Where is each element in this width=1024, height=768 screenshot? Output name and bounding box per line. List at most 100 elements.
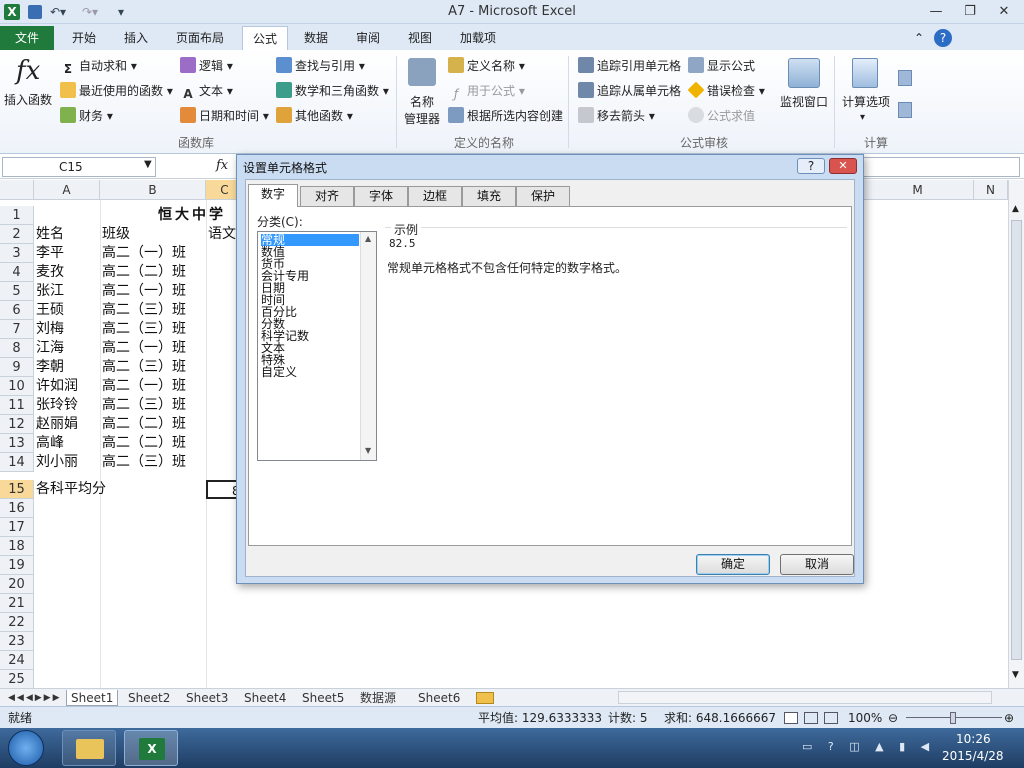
watch-window-button[interactable]: 监视窗口 [780,92,828,112]
cancel-button[interactable]: 取消 [780,554,854,575]
start-button-icon[interactable] [8,730,44,766]
sheet-tab-sheet1[interactable]: Sheet1 [66,690,119,706]
row-header[interactable]: 8 [0,339,34,358]
average-label-cell[interactable]: 各科平均分 [36,480,106,499]
insert-function-button[interactable]: 插入函数 [4,90,52,110]
name-cell[interactable]: 李平 [36,244,64,263]
remove-arrows-button[interactable]: 移去箭头 ▾ [578,106,655,126]
recent-functions-button[interactable]: 最近使用的函数 ▾ [60,81,173,101]
sheet-tab-sheet5[interactable]: Sheet5 [298,690,348,706]
row-header[interactable]: 11 [0,396,34,415]
text-button[interactable]: A 文本 ▾ [180,81,233,101]
calc-options-dropdown-icon[interactable]: ▾ [860,108,865,128]
sheet-tab-sheet6[interactable]: Sheet6 [414,690,464,706]
page-layout-view-icon[interactable] [804,712,818,724]
row-header[interactable]: 18 [0,537,34,556]
zoom-slider-thumb[interactable] [950,712,956,724]
active-cell-c15[interactable]: 8 [206,480,240,499]
tray-icons[interactable]: ▭ ? ◫ ▲ ▮ ◀ [802,740,935,753]
dialog-help-button[interactable]: ? [797,158,825,174]
row-header[interactable]: 22 [0,613,34,632]
row-header[interactable]: 25 [0,670,34,689]
row-header[interactable]: 20 [0,575,34,594]
insert-function-icon[interactable]: fx [16,56,40,86]
row-header[interactable]: 5 [0,282,34,301]
dialog-tab-number[interactable]: 数字 [248,184,298,207]
name-manager-icon[interactable] [408,58,436,86]
row-header[interactable]: 6 [0,301,34,320]
select-all-corner[interactable] [0,180,34,200]
class-cell[interactable]: 高二（一）班 [102,282,186,301]
logical-button[interactable]: 逻辑 ▾ [180,56,233,76]
name-cell[interactable]: 赵丽娟 [36,415,78,434]
class-cell[interactable]: 高二（二）班 [102,434,186,453]
name-manager-label-2[interactable]: 管理器 [404,109,440,129]
dialog-tab-protection[interactable]: 保护 [516,186,570,206]
evaluate-formula-button[interactable]: 公式求值 [688,106,755,126]
class-cell[interactable]: 高二（二）班 [102,263,186,282]
fx-button[interactable]: fx [216,158,228,173]
vertical-scrollbar[interactable]: ▲ ▼ [1008,180,1024,688]
row-header[interactable]: 4 [0,263,34,282]
col-header-b[interactable]: B [100,180,206,200]
watch-window-icon[interactable] [788,58,820,88]
name-cell[interactable]: 张江 [36,282,64,301]
sheet-tab-sheet4[interactable]: Sheet4 [240,690,290,706]
name-box[interactable]: C15 [2,157,156,177]
dialog-tab-alignment[interactable]: 对齐 [300,186,354,206]
dialog-close-button[interactable]: ✕ [829,158,857,174]
class-cell[interactable]: 高二（一）班 [102,339,186,358]
row-header[interactable]: 15 [0,480,34,499]
close-button[interactable]: ✕ [990,2,1018,22]
name-cell[interactable]: 许如润 [36,377,78,396]
row-header[interactable]: 14 [0,453,34,472]
category-scrollbar[interactable]: ▲ ▼ [360,232,376,460]
zoom-in-icon[interactable]: ⊕ [1004,707,1014,729]
datetime-button[interactable]: 日期和时间 ▾ [180,106,269,126]
scroll-up-icon[interactable]: ▲ [1012,204,1019,214]
class-cell[interactable]: 高二（三）班 [102,320,186,339]
name-cell[interactable]: 张玲铃 [36,396,78,415]
explorer-taskbar-button[interactable] [62,730,116,766]
other-functions-button[interactable]: 其他函数 ▾ [276,106,353,126]
tab-addins[interactable]: 加载项 [450,26,506,50]
tab-formulas[interactable]: 公式 [242,26,289,50]
row-header[interactable]: 10 [0,377,34,396]
category-list[interactable]: 常规 数值 货币 会计专用 日期 时间 百分比 分数 科学记数 文本 特殊 自定… [257,231,377,461]
header-chinese-cell[interactable]: 语文 [208,225,236,244]
row-header[interactable]: 16 [0,499,34,518]
dialog-tab-fill[interactable]: 填充 [462,186,516,206]
scroll-down-icon[interactable]: ▼ [1012,670,1019,680]
financial-button[interactable]: 财务 ▾ [60,106,113,126]
calculate-sheet-icon[interactable] [898,102,912,118]
row-header[interactable]: 21 [0,594,34,613]
tab-file[interactable]: 文件 [0,26,54,50]
scroll-thumb[interactable] [1011,220,1022,660]
col-header-a[interactable]: A [34,180,100,200]
sheet-title-cell[interactable]: 恒大中学 [158,206,226,225]
create-from-selection-button[interactable]: 根据所选内容创建 [448,106,563,126]
clock-time[interactable]: 10:26 [956,732,991,746]
tab-data[interactable]: 数据 [294,26,338,50]
sheet-tab-datasource[interactable]: 数据源 [356,690,400,706]
sheet-tab-sheet2[interactable]: Sheet2 [124,690,174,706]
row-header[interactable]: 9 [0,358,34,377]
row-header[interactable]: 23 [0,632,34,651]
name-cell[interactable]: 高峰 [36,434,64,453]
horizontal-scrollbar[interactable] [618,691,992,704]
row-header[interactable]: 12 [0,415,34,434]
name-box-dropdown-icon[interactable]: ▼ [144,159,152,170]
calc-options-button[interactable]: 计算选项 [842,92,890,112]
col-header-m[interactable]: M [862,180,974,200]
math-button[interactable]: 数学和三角函数 ▾ [276,81,389,101]
scroll-up-icon[interactable]: ▲ [365,234,371,243]
page-break-view-icon[interactable] [824,712,838,724]
dialog-tab-border[interactable]: 边框 [408,186,462,206]
class-cell[interactable]: 高二（三）班 [102,453,186,472]
zoom-out-icon[interactable]: ⊖ [888,707,898,729]
tab-review[interactable]: 审阅 [346,26,390,50]
class-cell[interactable]: 高二（三）班 [102,396,186,415]
row-header[interactable]: 19 [0,556,34,575]
trace-dependents-button[interactable]: 追踪从属单元格 [578,81,681,101]
zoom-level[interactable]: 100% [848,707,882,729]
